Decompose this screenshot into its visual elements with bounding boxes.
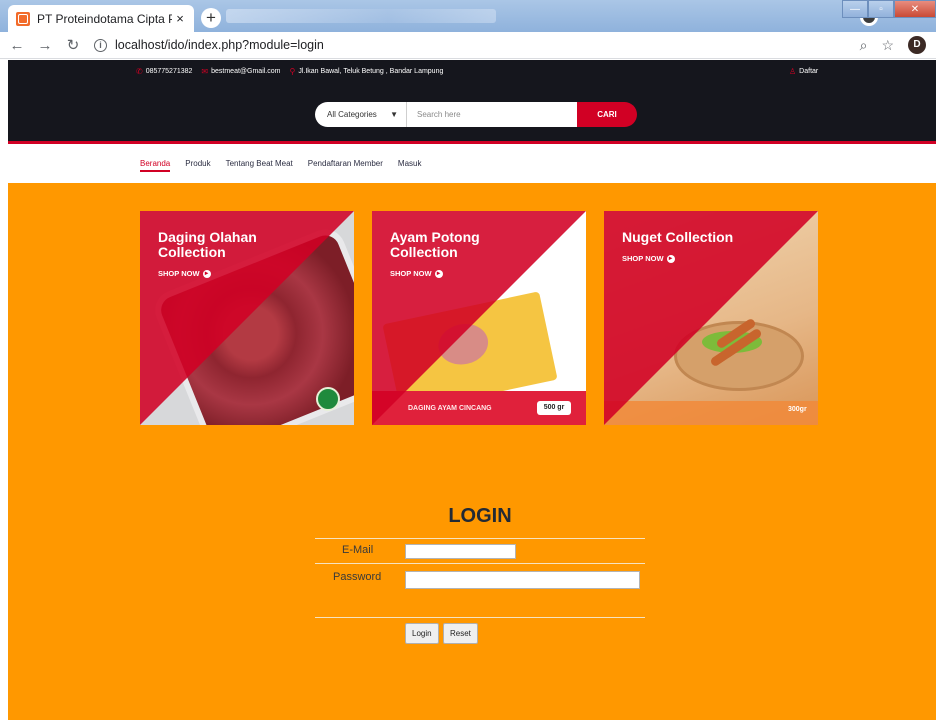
shop-now-text: SHOP NOW	[390, 269, 432, 278]
password-field[interactable]	[405, 571, 640, 589]
tab-close-button[interactable]: ×	[172, 11, 188, 26]
topbar-address[interactable]: ⚲ Jl.Ikan Bawal, Teluk Betung , Bandar L…	[289, 67, 443, 76]
reset-button[interactable]: Reset	[443, 623, 478, 644]
register-link[interactable]: ♙ Daftar	[789, 67, 818, 76]
browser-tabstrip: PT Proteindotama Cipta Pangan × + — ▫ ✕	[0, 0, 936, 32]
category-select-value: All Categories	[327, 110, 377, 119]
main-content: Daging Olahan Collection SHOP NOW ► DAGI…	[8, 183, 936, 720]
category-select[interactable]: All Categories ▼	[315, 102, 407, 127]
email-text: bestmeat@Gmail.com	[211, 68, 281, 75]
back-icon[interactable]: ←	[6, 37, 28, 54]
email-label: E-Mail	[342, 544, 374, 556]
arrow-circle-right-icon: ►	[202, 269, 211, 278]
login-title: LOGIN	[448, 505, 512, 527]
close-window-button[interactable]: ✕	[894, 0, 936, 18]
divider	[315, 617, 645, 618]
background-tabs	[226, 9, 496, 23]
shop-now-text: SHOP NOW	[158, 269, 200, 278]
info-icon[interactable]: i	[94, 38, 107, 52]
zoom-icon[interactable]: ⌕	[860, 37, 868, 54]
shop-now-text: SHOP NOW	[622, 254, 664, 263]
topbar-phone[interactable]: ✆ 085775271382	[136, 67, 192, 76]
banner-title: Nuget Collection	[622, 229, 734, 245]
password-label: Password	[333, 571, 382, 583]
banner-daging-olahan[interactable]: Daging Olahan Collection SHOP NOW ►	[140, 211, 354, 425]
divider	[315, 538, 645, 539]
new-tab-button[interactable]: +	[201, 8, 221, 28]
weight-badge: 500 gr	[537, 401, 571, 415]
minimize-button[interactable]: —	[842, 0, 868, 18]
reload-icon[interactable]: ↻	[62, 36, 84, 54]
banner-band-text: DAGING AYAM CINCANG	[408, 405, 492, 412]
site-favicon-icon	[16, 11, 30, 26]
avatar[interactable]: D	[908, 36, 926, 54]
shop-now-link[interactable]: SHOP NOW ►	[622, 254, 752, 263]
shop-now-link[interactable]: SHOP NOW ►	[158, 269, 288, 278]
tab-title: PT Proteindotama Cipta Pangan	[37, 11, 172, 26]
nav-item-produk[interactable]: Produk	[185, 159, 210, 172]
shop-now-link[interactable]: SHOP NOW ►	[390, 269, 520, 278]
maximize-button[interactable]: ▫	[868, 0, 894, 18]
banner-title: Daging Olahan Collection	[158, 229, 257, 260]
search-input[interactable]	[407, 102, 577, 127]
nav-item-tentang[interactable]: Tentang Beat Meat	[226, 159, 293, 172]
envelope-icon: ✉	[201, 67, 209, 76]
site-header: All Categories ▼ CARI	[8, 83, 936, 144]
map-marker-icon: ⚲	[289, 67, 296, 76]
phone-text: 085775271382	[145, 68, 193, 75]
site-topbar: ✆ 085775271382 ✉ bestmeat@Gmail.com ⚲ Jl…	[8, 60, 936, 83]
register-text: Daftar	[799, 68, 819, 75]
arrow-circle-right-icon: ►	[434, 269, 443, 278]
nav-item-pendaftaran-member[interactable]: Pendaftaran Member	[308, 159, 383, 172]
email-field[interactable]	[405, 544, 516, 559]
topbar-email[interactable]: ✉ bestmeat@Gmail.com	[201, 67, 280, 76]
divider	[315, 563, 645, 564]
phone-icon: ✆	[136, 67, 143, 76]
nav-item-beranda[interactable]: Beranda	[140, 159, 171, 172]
banner-title: Ayam Potong Collection	[390, 229, 480, 260]
search-button[interactable]: CARI	[577, 102, 637, 127]
browser-tab[interactable]: PT Proteindotama Cipta Pangan ×	[8, 5, 194, 32]
main-nav: Beranda Produk Tentang Beat Meat Pendaft…	[8, 147, 936, 183]
banner-nuget[interactable]: 300gr Nuget Collection SHOP NOW ►	[604, 211, 818, 425]
forward-icon[interactable]: →	[34, 37, 56, 54]
arrow-circle-right-icon: ►	[666, 254, 675, 263]
star-icon[interactable]: ☆	[881, 37, 894, 54]
chevron-down-icon: ▼	[390, 110, 398, 119]
browser-toolbar: ← → ↻ i localhost/ido/index.php?module=l…	[0, 32, 936, 59]
login-button[interactable]: Login	[405, 623, 439, 644]
user-icon: ♙	[789, 67, 797, 76]
weight-text: 300gr	[788, 406, 807, 413]
address-text: Jl.Ikan Bawal, Teluk Betung , Bandar Lam…	[298, 68, 444, 75]
halal-seal-icon	[316, 387, 340, 411]
search-form: All Categories ▼ CARI	[315, 102, 637, 127]
address-bar[interactable]: localhost/ido/index.php?module=login	[115, 38, 860, 52]
nav-item-masuk[interactable]: Masuk	[398, 159, 422, 172]
window-controls: — ▫ ✕	[842, 0, 936, 18]
banner-ayam-potong[interactable]: DAGING AYAM CINCANG 500 gr Ayam Potong C…	[372, 211, 586, 425]
